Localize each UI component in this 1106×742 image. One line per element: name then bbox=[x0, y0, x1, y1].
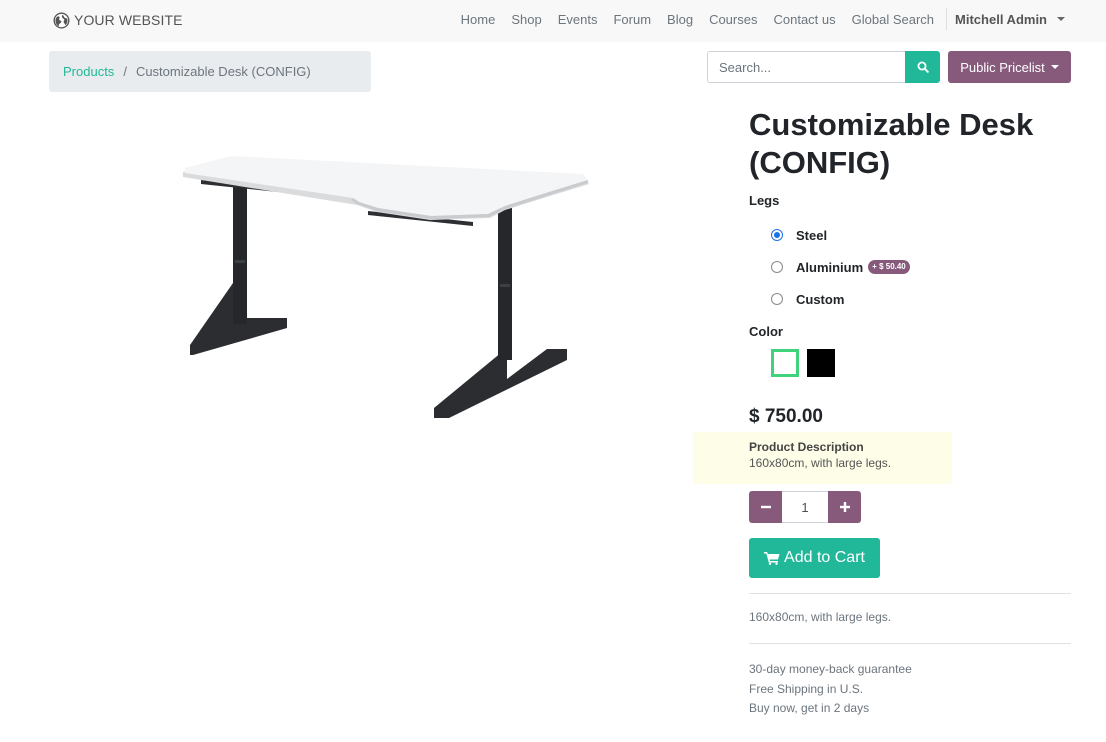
product-image bbox=[183, 156, 589, 418]
nav-link-courses[interactable]: Courses bbox=[701, 12, 765, 27]
quantity-decrease-button[interactable] bbox=[749, 491, 782, 523]
user-menu[interactable]: Mitchell Admin bbox=[946, 8, 1065, 30]
radio-button[interactable] bbox=[771, 261, 783, 273]
shopping-cart-icon bbox=[764, 552, 780, 565]
caret-down-icon bbox=[1050, 65, 1059, 69]
price-extra-badge: + $ 50.40 bbox=[868, 260, 910, 274]
plus-icon bbox=[839, 502, 850, 512]
brand-logo[interactable]: YOUR WEBSITE bbox=[53, 10, 183, 30]
nav-link-global-search[interactable]: Global Search bbox=[844, 12, 942, 27]
product-description-title: Product Description bbox=[749, 440, 864, 454]
add-to-cart-label: Add to Cart bbox=[784, 549, 865, 566]
user-name: Mitchell Admin bbox=[955, 11, 1047, 27]
product-description-box: Product Description 160x80cm, with large… bbox=[693, 432, 952, 484]
breadcrumb-current: Customizable Desk (CONFIG) bbox=[135, 64, 311, 79]
legs-option-label: Steel bbox=[796, 227, 828, 243]
color-label: Color bbox=[749, 324, 783, 339]
quantity-stepper bbox=[749, 491, 861, 523]
quantity-increase-button[interactable] bbox=[828, 491, 861, 523]
main-nav: Home Shop Events Forum Blog Courses Cont… bbox=[461, 0, 1065, 38]
color-swatch-black[interactable] bbox=[807, 349, 835, 377]
product-price: $ 750.00 bbox=[749, 406, 823, 427]
legs-option-aluminium[interactable]: Aluminium + $ 50.40 bbox=[771, 258, 910, 276]
globe-icon bbox=[53, 12, 70, 29]
radio-button[interactable] bbox=[771, 293, 783, 305]
product-title: Customizable Desk (CONFIG) bbox=[749, 107, 1034, 180]
top-navbar: YOUR WEBSITE Home Shop Events Forum Blog… bbox=[0, 0, 1106, 42]
guarantee-list: 30-day money-back guarantee Free Shippin… bbox=[749, 660, 912, 719]
nav-link-home[interactable]: Home bbox=[461, 12, 504, 27]
breadcrumb-products-link[interactable]: Products bbox=[63, 64, 114, 79]
legs-option-steel[interactable]: Steel bbox=[771, 226, 827, 244]
caret-down-icon bbox=[1057, 17, 1065, 21]
minus-icon bbox=[760, 505, 771, 509]
nav-link-shop[interactable]: Shop bbox=[503, 12, 549, 27]
divider bbox=[749, 593, 1071, 594]
guarantee-free-shipping: Free Shipping in U.S. bbox=[749, 681, 864, 696]
breadcrumb-separator: / bbox=[123, 64, 127, 79]
nav-link-forum[interactable]: Forum bbox=[605, 12, 659, 27]
search-input[interactable] bbox=[707, 51, 905, 83]
legs-label: Legs bbox=[749, 193, 780, 208]
guarantee-money-back: 30-day money-back guarantee bbox=[749, 662, 912, 676]
radio-button-checked[interactable] bbox=[771, 229, 783, 241]
legs-option-custom[interactable]: Custom bbox=[771, 290, 844, 308]
add-to-cart-button[interactable]: Add to Cart bbox=[749, 538, 880, 578]
color-swatch-white[interactable] bbox=[771, 349, 799, 377]
legs-option-label: Aluminium bbox=[796, 259, 864, 275]
legs-option-label: Custom bbox=[796, 291, 845, 307]
search-icon bbox=[917, 61, 929, 73]
nav-link-contact-us[interactable]: Contact us bbox=[765, 12, 843, 27]
quantity-input[interactable] bbox=[782, 491, 828, 523]
product-description-text: 160x80cm, with large legs. bbox=[749, 456, 892, 470]
divider bbox=[749, 643, 1071, 644]
nav-link-events[interactable]: Events bbox=[550, 12, 606, 27]
search-button[interactable] bbox=[905, 51, 940, 83]
breadcrumb: Products / Customizable Desk (CONFIG) bbox=[49, 51, 371, 92]
product-short-description: 160x80cm, with large legs. bbox=[749, 610, 892, 624]
brand-name: YOUR WEBSITE bbox=[74, 12, 183, 28]
guarantee-delivery: Buy now, get in 2 days bbox=[749, 701, 870, 715]
pricelist-label: Public Pricelist bbox=[960, 59, 1045, 75]
pricelist-dropdown[interactable]: Public Pricelist bbox=[948, 51, 1071, 83]
nav-link-blog[interactable]: Blog bbox=[659, 12, 701, 27]
